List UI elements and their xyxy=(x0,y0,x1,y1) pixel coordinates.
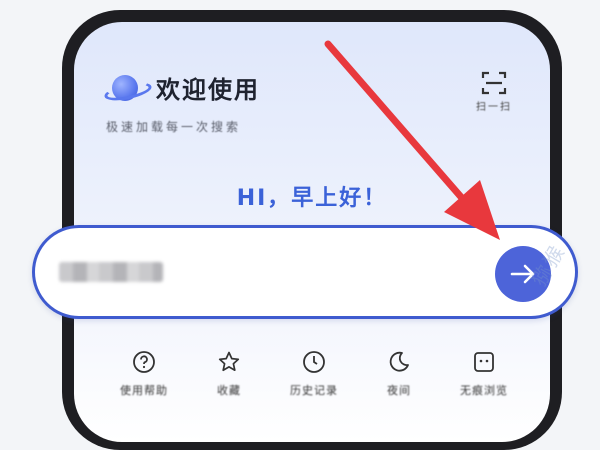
quick-action-label: 收藏 xyxy=(217,384,241,397)
scan-button[interactable]: 扫一扫 xyxy=(474,70,514,122)
quick-action-favorites[interactable]: 收藏 xyxy=(189,350,269,398)
quick-action-label: 历史记录 xyxy=(290,384,338,397)
scan-label: 扫一扫 xyxy=(476,102,512,113)
clock-icon xyxy=(303,351,325,373)
incognito-icon xyxy=(474,352,494,372)
help-circle-icon xyxy=(133,351,155,373)
greeting-text: HI，早上好！ xyxy=(236,186,388,211)
quick-action-help[interactable]: 使用帮助 xyxy=(104,350,184,398)
planet-logo-icon xyxy=(102,73,154,104)
quick-action-night-mode[interactable]: 夜间 xyxy=(359,350,439,398)
star-icon xyxy=(218,351,240,372)
quick-action-incognito[interactable]: 无痕浏览 xyxy=(444,350,524,398)
quick-action-label: 使用帮助 xyxy=(120,384,168,397)
app-title: 欢迎使用 xyxy=(156,76,260,104)
quick-actions-row: 使用帮助 收藏 历史记录 夜间 无痕浏览 xyxy=(104,350,524,398)
app-subtitle: 极速加载每一次搜索 xyxy=(106,120,242,134)
scan-icon xyxy=(481,71,507,95)
search-box[interactable]: ██████ xyxy=(32,225,578,319)
search-input-value[interactable]: ██████ xyxy=(59,262,163,282)
quick-action-label: 无痕浏览 xyxy=(460,384,508,397)
app-header: 欢迎使用 xyxy=(102,70,260,105)
quick-action-history[interactable]: 历史记录 xyxy=(274,350,354,398)
quick-action-label: 夜间 xyxy=(387,384,411,397)
moon-icon xyxy=(389,351,409,372)
